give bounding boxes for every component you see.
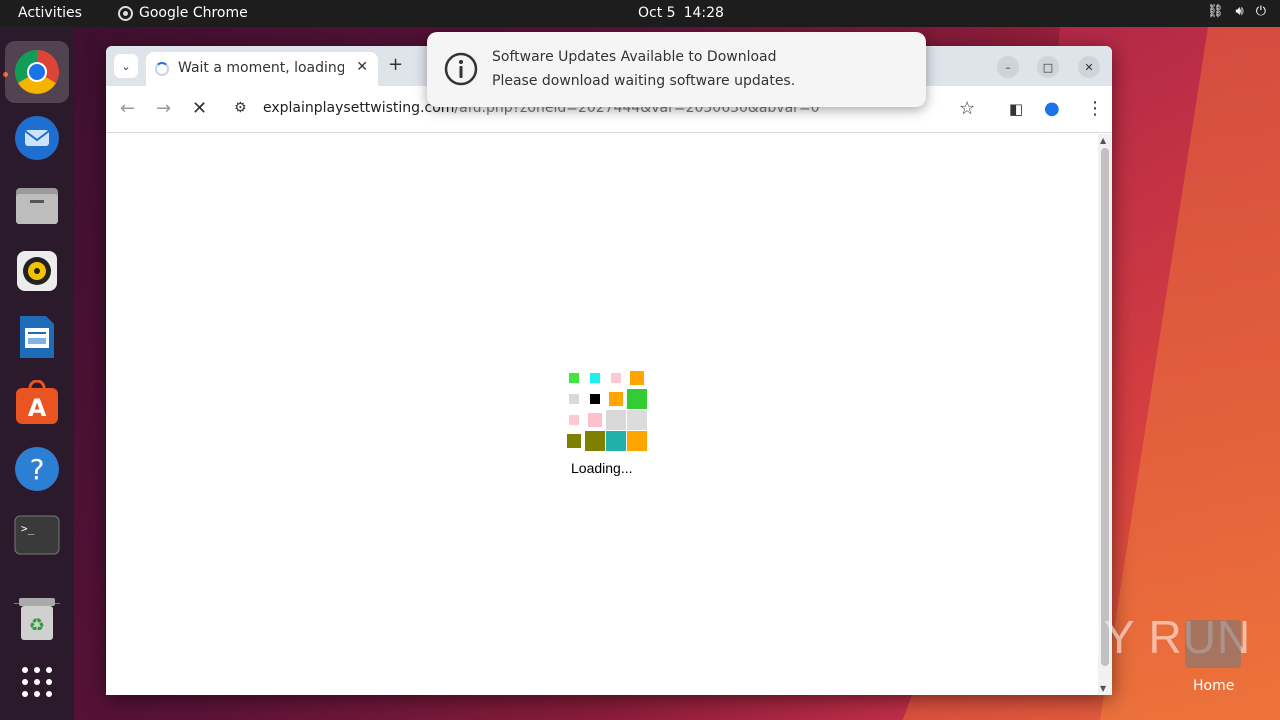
loader-cell <box>627 410 647 430</box>
loader-cell <box>588 413 602 427</box>
tab-active[interactable]: Wait a moment, loading ✕ <box>146 52 378 86</box>
trash-icon: ♻ <box>19 598 55 640</box>
dock-files[interactable] <box>12 180 62 230</box>
scroll-down-icon[interactable]: ▼ <box>1100 684 1106 693</box>
date: Oct 5 <box>638 5 676 21</box>
top-bar: Activities Google Chrome Oct 5 14:28 ⛓ 🔊… <box>0 0 1280 27</box>
files-icon <box>16 188 58 224</box>
terminal-icon: >_ <box>14 515 60 555</box>
app-menu[interactable]: Google Chrome <box>118 5 248 21</box>
tab-search-button[interactable]: ⌄ <box>114 54 138 78</box>
notification-title: Software Updates Available to Download <box>492 49 777 65</box>
clock[interactable]: Oct 5 14:28 <box>638 5 724 21</box>
chrome-small-icon <box>118 5 133 21</box>
loader-cell <box>569 394 579 404</box>
stop-loading-button[interactable]: ✕ <box>192 98 207 119</box>
dock: A ? >_ ♻ <box>0 27 74 720</box>
chrome-icon <box>15 50 59 94</box>
writer-icon <box>20 316 54 358</box>
profile-avatar-icon[interactable]: ● <box>1044 98 1060 119</box>
forward-button[interactable]: → <box>156 98 171 119</box>
time: 14:28 <box>683 5 724 21</box>
scroll-thumb[interactable] <box>1101 148 1109 666</box>
dock-writer[interactable] <box>12 312 62 362</box>
chevron-down-icon: ⌄ <box>121 59 131 73</box>
system-tray[interactable]: ⛓ 🔊︎ ⏻ <box>1207 4 1266 19</box>
loader-cell <box>590 373 600 383</box>
dock-chrome[interactable] <box>5 41 69 103</box>
dock-app-center[interactable]: A <box>12 378 62 428</box>
home-label: Home <box>1193 678 1235 694</box>
menu-kebab-icon[interactable]: ⋮ <box>1086 98 1104 119</box>
dock-thunderbird[interactable] <box>12 113 62 163</box>
close-window-button[interactable]: ✕ <box>1078 56 1100 78</box>
svg-text:?: ? <box>30 453 45 486</box>
loader-cell <box>569 415 579 425</box>
loader-cell <box>609 392 623 406</box>
new-tab-button[interactable]: + <box>388 54 403 75</box>
app-name: Google Chrome <box>139 5 248 21</box>
network-icon: ⛓ <box>1206 4 1224 19</box>
svg-text:A: A <box>28 394 47 422</box>
site-info-icon[interactable]: ⚙ <box>234 100 247 116</box>
dock-terminal[interactable]: >_ <box>12 510 62 560</box>
scroll-up-icon[interactable]: ▲ <box>1100 136 1106 145</box>
volume-icon: 🔊︎ <box>1235 4 1244 19</box>
notification-banner[interactable]: Software Updates Available to Download P… <box>427 32 926 107</box>
maximize-button[interactable]: □ <box>1037 56 1059 78</box>
thunderbird-icon <box>15 116 59 160</box>
rhythmbox-icon <box>17 251 57 291</box>
power-icon: ⏻ <box>1255 4 1266 19</box>
loader-cell <box>585 431 605 451</box>
back-button[interactable]: ← <box>120 98 135 119</box>
dock-help[interactable]: ? <box>12 444 62 494</box>
page-content: Loading... <box>106 134 1098 695</box>
tab-title: Wait a moment, loading <box>178 60 344 76</box>
info-icon <box>444 52 478 86</box>
activities-button[interactable]: Activities <box>18 5 82 21</box>
help-icon: ? <box>15 447 59 491</box>
minimize-button[interactable]: – <box>997 56 1019 78</box>
loader-cell <box>569 373 579 383</box>
loader-cell <box>627 389 647 409</box>
dock-app-grid[interactable] <box>12 657 62 707</box>
dock-trash[interactable]: ♻ <box>12 594 62 644</box>
loading-text: Loading... <box>571 460 633 476</box>
notification-body: Please download waiting software updates… <box>492 73 796 89</box>
chrome-window: ⌄ Wait a moment, loading ✕ + – □ ✕ ← → ✕… <box>106 46 1112 695</box>
home-folder-icon[interactable] <box>1185 620 1241 668</box>
dock-rhythmbox[interactable] <box>12 246 62 296</box>
url-domain: explainplaysettwisting.com <box>263 100 455 116</box>
loader-cell <box>567 434 581 448</box>
close-tab-icon[interactable]: ✕ <box>356 59 368 75</box>
svg-text:♻: ♻ <box>29 615 45 636</box>
app-center-icon: A <box>16 380 58 424</box>
loader-cell <box>611 373 621 383</box>
svg-text:>_: >_ <box>21 522 35 535</box>
app-grid-icon <box>22 667 52 697</box>
bookmark-star-icon[interactable]: ☆ <box>959 98 975 119</box>
side-panel-icon[interactable]: ◧ <box>1009 100 1023 118</box>
loader-cell <box>606 431 626 451</box>
loader-cell <box>590 394 600 404</box>
loading-spinner-icon <box>155 62 169 76</box>
loader-cell <box>606 410 626 430</box>
loader-cell <box>630 371 644 385</box>
loader-cell <box>627 431 647 451</box>
